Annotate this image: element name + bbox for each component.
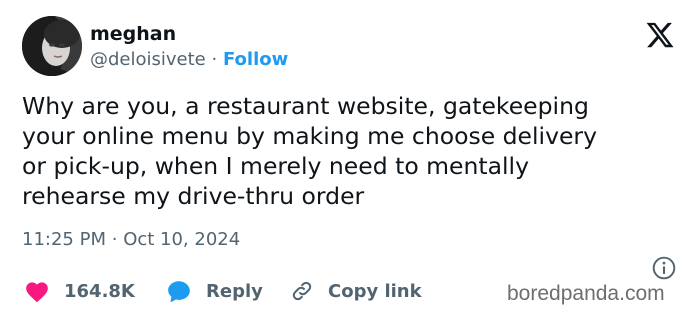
tweet-text-line: or pick-up, when I merely need to mental… <box>22 152 529 180</box>
tweet-card: meghan @deloisivete · Follow Why are you… <box>0 0 700 318</box>
avatar-image <box>22 16 82 76</box>
user-handle[interactable]: @deloisivete <box>90 49 206 70</box>
display-name[interactable]: meghan <box>90 22 176 46</box>
info-icon[interactable] <box>651 255 677 281</box>
reply-button[interactable]: Reply <box>166 277 263 305</box>
link-icon <box>290 279 314 303</box>
follow-button[interactable]: Follow <box>223 49 288 70</box>
copy-link-button[interactable]: Copy link <box>290 277 422 305</box>
tweet-date: Oct 10, 2024 <box>123 229 241 250</box>
tweet-timestamp[interactable]: 11:25 PM · Oct 10, 2024 <box>22 228 240 252</box>
x-logo-icon[interactable] <box>645 20 675 50</box>
tweet-text-line: rehearse my drive-thru order <box>22 182 365 210</box>
avatar[interactable] <box>22 16 82 76</box>
heart-icon <box>24 279 50 303</box>
tweet-text-line: your online menu by making me choose del… <box>22 122 598 150</box>
handle-separator: · <box>211 49 218 70</box>
tweet-time: 11:25 PM <box>22 229 106 250</box>
like-count: 164.8K <box>64 280 135 302</box>
handle-row: @deloisivete · Follow <box>90 48 288 72</box>
copy-link-label: Copy link <box>328 280 422 302</box>
timestamp-separator: · <box>111 229 118 250</box>
tweet-text: Why are you, a restaurant website, gatek… <box>22 91 672 211</box>
watermark: boredpanda.com <box>507 282 665 305</box>
like-button[interactable]: 164.8K <box>24 277 135 305</box>
reply-label: Reply <box>206 280 263 302</box>
tweet-text-line: Why are you, a restaurant website, gatek… <box>22 92 589 120</box>
speech-bubble-icon <box>166 279 192 303</box>
